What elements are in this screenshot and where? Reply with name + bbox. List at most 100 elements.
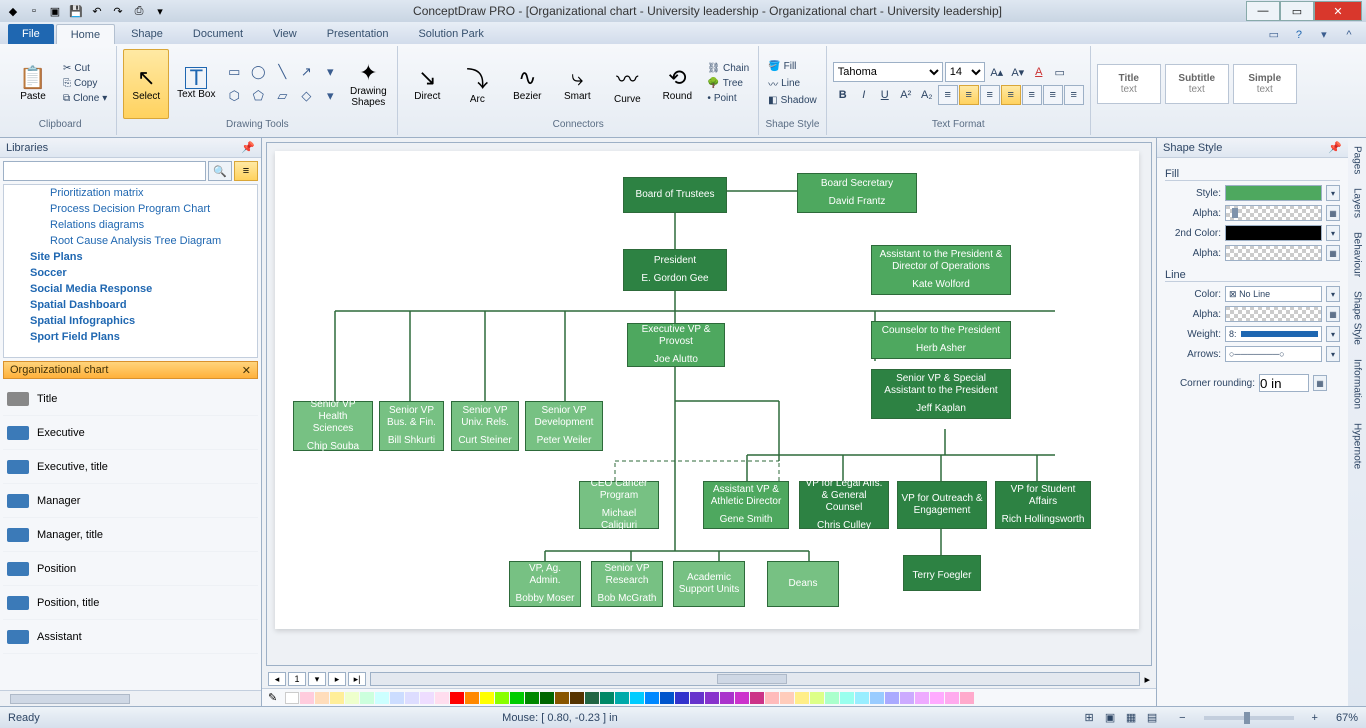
grow-font-icon[interactable]: A▴	[987, 62, 1007, 82]
tab-behaviour[interactable]: Behaviour	[1352, 232, 1363, 277]
library-view-icon[interactable]: ≡	[234, 161, 258, 181]
cut-button[interactable]: ✂ Cut	[60, 62, 110, 75]
font-size-select[interactable]: 14	[945, 62, 985, 82]
textbox-button[interactable]: TText Box	[173, 49, 219, 119]
ellipse-icon[interactable]: ◯	[247, 61, 269, 83]
help-icon[interactable]: ?	[1290, 26, 1308, 44]
tree-category[interactable]: Soccer	[4, 265, 257, 281]
font-select[interactable]: Tahoma	[833, 62, 943, 82]
close-stencil-icon[interactable]: ✕	[242, 364, 251, 377]
swatch[interactable]	[930, 692, 944, 704]
stencil-item[interactable]: Position	[3, 552, 258, 586]
valign-middle-icon[interactable]: ≡	[1001, 85, 1021, 105]
org-box[interactable]: Board SecretaryDavid Frantz	[797, 173, 917, 213]
zoom-value[interactable]: 67%	[1336, 712, 1358, 724]
swatch[interactable]	[900, 692, 914, 704]
line-arrows[interactable]: ○───────○	[1225, 346, 1322, 362]
swatch[interactable]	[795, 692, 809, 704]
dropdown-icon[interactable]: ▾	[1326, 185, 1340, 201]
swatch[interactable]	[870, 692, 884, 704]
style-simple[interactable]: Simpletext	[1233, 64, 1297, 104]
tree-item[interactable]: Relations diagrams	[4, 217, 257, 233]
second-color-swatch[interactable]	[1225, 225, 1322, 241]
library-tree[interactable]: Prioritization matrix Process Decision P…	[3, 184, 258, 358]
swatch[interactable]	[465, 692, 479, 704]
tab-view[interactable]: View	[259, 24, 311, 44]
tree-item[interactable]: Prioritization matrix	[4, 185, 257, 201]
tab-pages[interactable]: Pages	[1352, 146, 1363, 174]
swatch[interactable]	[360, 692, 374, 704]
qat-open-icon[interactable]: ▣	[46, 2, 64, 20]
qat-save-icon[interactable]: 💾	[67, 2, 85, 20]
swatch[interactable]	[555, 692, 569, 704]
org-box[interactable]: Board of Trustees	[623, 177, 727, 213]
swatch[interactable]	[510, 692, 524, 704]
tab-shape[interactable]: Shape	[117, 24, 177, 44]
qat-undo-icon[interactable]: ↶	[88, 2, 106, 20]
swatch[interactable]	[285, 692, 299, 704]
bezier-button[interactable]: ∿Bezier	[504, 49, 550, 119]
window-icon[interactable]: ▭	[1265, 26, 1283, 44]
pin-icon[interactable]: 📌	[1328, 141, 1342, 154]
line-icon[interactable]: ╲	[271, 61, 293, 83]
org-box[interactable]: Counselor to the PresidentHerb Asher	[871, 321, 1011, 359]
swatch[interactable]	[705, 692, 719, 704]
search-icon[interactable]: 🔍	[208, 161, 232, 181]
canvas-viewport[interactable]: Board of Trustees Board SecretaryDavid F…	[266, 142, 1152, 666]
style-subtitle[interactable]: Subtitletext	[1165, 64, 1229, 104]
alpha-slider[interactable]	[1225, 205, 1322, 221]
tab-home[interactable]: Home	[56, 24, 115, 44]
swatch[interactable]	[750, 692, 764, 704]
round-button[interactable]: ⟲Round	[654, 49, 700, 119]
swatch[interactable]	[495, 692, 509, 704]
qat-print-icon[interactable]: ⎙	[130, 2, 148, 20]
fill-button[interactable]: 🪣 Fill	[765, 60, 820, 73]
valign-icon[interactable]: ≡	[1043, 85, 1063, 105]
swatch[interactable]	[780, 692, 794, 704]
valign-icon[interactable]: ≡	[1022, 85, 1042, 105]
underline-icon[interactable]: U	[875, 85, 895, 105]
swatch[interactable]	[615, 692, 629, 704]
swatch[interactable]	[840, 692, 854, 704]
fill-style-swatch[interactable]	[1225, 185, 1322, 201]
tree-category[interactable]: Site Plans	[4, 249, 257, 265]
corner-rounding-input[interactable]	[1259, 374, 1309, 392]
swatch[interactable]	[420, 692, 434, 704]
swatch[interactable]	[450, 692, 464, 704]
swatch[interactable]	[885, 692, 899, 704]
swatch[interactable]	[915, 692, 929, 704]
org-box[interactable]: Executive VP & ProvostJoe Alutto	[627, 323, 725, 367]
paste-button[interactable]: 📋Paste	[10, 49, 56, 119]
swatch[interactable]	[855, 692, 869, 704]
align-right-icon[interactable]: ≡	[980, 85, 1000, 105]
tab-information[interactable]: Information	[1352, 359, 1363, 409]
tree-button[interactable]: 🌳 Tree	[704, 77, 752, 90]
org-box[interactable]: Senior VP Health SciencesChip Souba	[293, 401, 373, 451]
swatch[interactable]	[390, 692, 404, 704]
libraries-hscroll[interactable]	[0, 690, 261, 706]
line-color[interactable]: ⊠ No Line	[1225, 286, 1322, 302]
swatch[interactable]	[630, 692, 644, 704]
tab-layers[interactable]: Layers	[1352, 188, 1363, 218]
tree-category[interactable]: Sport Field Plans	[4, 329, 257, 345]
rect-icon[interactable]: ▭	[223, 61, 245, 83]
org-box[interactable]: PresidentE. Gordon Gee	[623, 249, 727, 291]
org-box[interactable]: Deans	[767, 561, 839, 607]
swatch[interactable]	[825, 692, 839, 704]
valign-icon[interactable]: ≡	[1064, 85, 1084, 105]
tree-category[interactable]: Social Media Response	[4, 281, 257, 297]
zoom-in-icon[interactable]: +	[1312, 712, 1318, 724]
swatch[interactable]	[375, 692, 389, 704]
org-box[interactable]: Terry Foegler	[903, 555, 981, 591]
select-button[interactable]: ↖Select	[123, 49, 169, 119]
swatch[interactable]	[540, 692, 554, 704]
swatch[interactable]	[585, 692, 599, 704]
zoom-slider[interactable]	[1204, 716, 1294, 720]
swatch[interactable]	[435, 692, 449, 704]
point-button[interactable]: • Point	[704, 92, 752, 105]
tool-icon[interactable]: ⬡	[223, 85, 245, 107]
tab-presentation[interactable]: Presentation	[313, 24, 403, 44]
maximize-button[interactable]: ▭	[1280, 1, 1314, 21]
view-icon[interactable]: ⊞	[1080, 710, 1098, 726]
line-weight[interactable]: 8:	[1225, 326, 1322, 342]
